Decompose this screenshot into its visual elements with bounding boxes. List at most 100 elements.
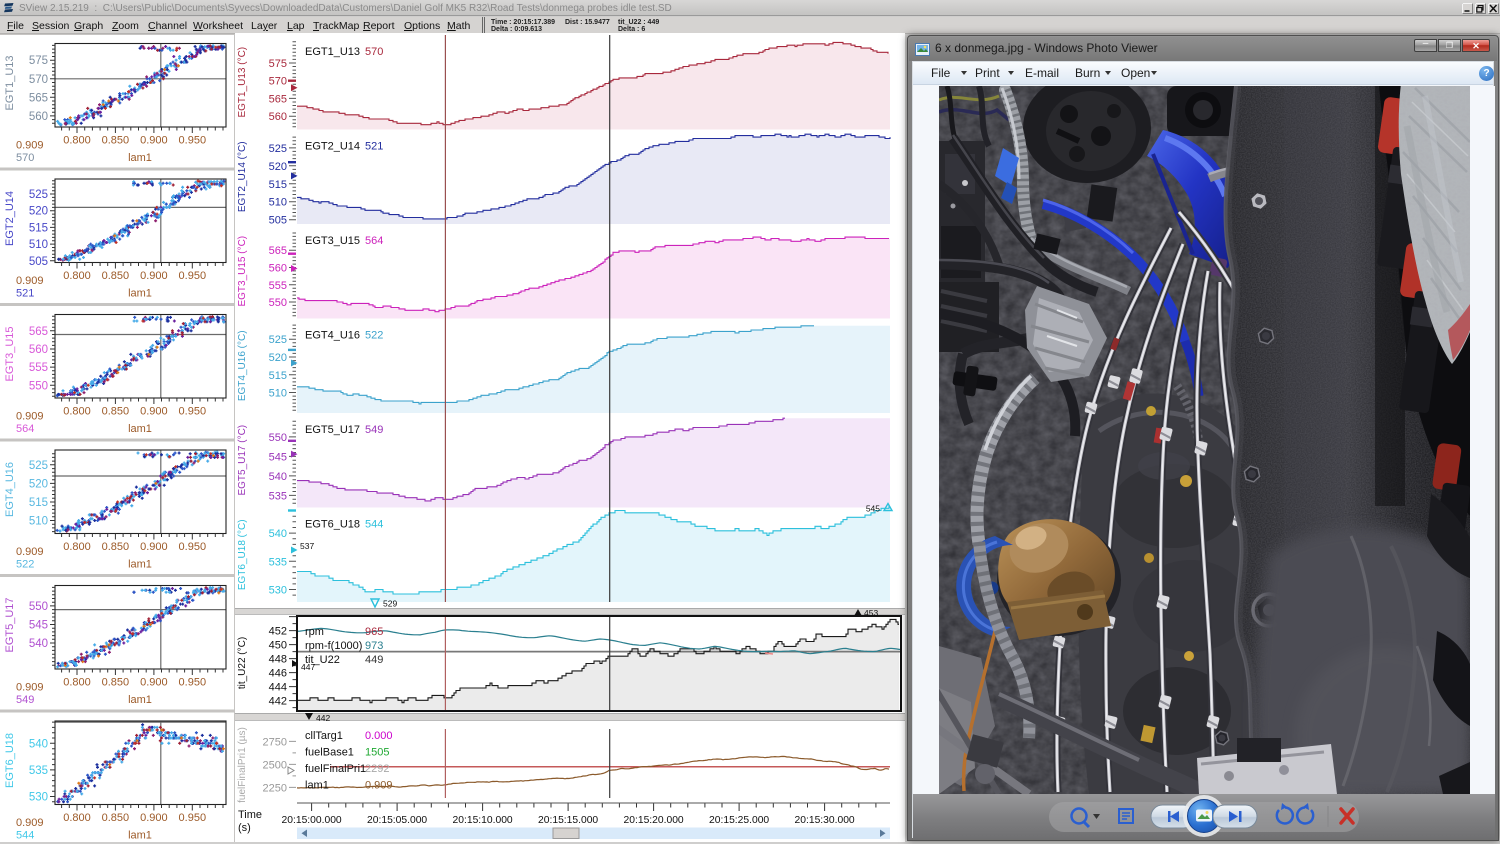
svg-text:550: 550 (269, 297, 287, 309)
svg-text:0.950: 0.950 (179, 812, 207, 824)
svg-text:540: 540 (29, 638, 48, 650)
svg-text:549: 549 (16, 694, 34, 706)
svg-text:965: 965 (365, 626, 383, 638)
svg-text:544: 544 (365, 519, 383, 531)
svg-text:560: 560 (269, 263, 287, 275)
svg-text:20:15:10.000: 20:15:10.000 (453, 815, 513, 826)
svg-text:549: 549 (365, 424, 383, 436)
svg-text:0.800: 0.800 (63, 812, 91, 824)
svg-text:0.850: 0.850 (102, 812, 130, 824)
svg-text:560: 560 (29, 344, 48, 356)
svg-text:EGT2_U14 (°C): EGT2_U14 (°C) (237, 141, 248, 212)
svg-text:EGT5_U17 (°C): EGT5_U17 (°C) (237, 425, 248, 496)
svg-text:452: 452 (269, 626, 287, 638)
svg-text:0.850: 0.850 (102, 135, 130, 147)
svg-text:EGT3_U15 (°C): EGT3_U15 (°C) (237, 236, 248, 307)
svg-text:0.909: 0.909 (16, 546, 44, 558)
svg-text:565: 565 (269, 245, 287, 257)
svg-text:0.800: 0.800 (63, 406, 91, 418)
svg-text:0.950: 0.950 (179, 677, 207, 689)
svg-text:446: 446 (269, 668, 287, 680)
svg-text:515: 515 (269, 179, 287, 191)
svg-text:530: 530 (269, 585, 287, 597)
svg-text:(s): (s) (238, 822, 251, 834)
svg-text:550: 550 (29, 380, 48, 392)
svg-text:0.900: 0.900 (140, 677, 168, 689)
svg-text:505: 505 (29, 256, 48, 268)
svg-text:0.909: 0.909 (16, 411, 44, 423)
svg-text:0.950: 0.950 (179, 406, 207, 418)
svg-text:522: 522 (16, 559, 34, 571)
svg-text:20:15:05.000: 20:15:05.000 (367, 815, 427, 826)
svg-text:EGT6_U18: EGT6_U18 (305, 519, 360, 531)
svg-text:521: 521 (16, 288, 34, 300)
svg-text:444: 444 (269, 682, 287, 694)
svg-text:0.900: 0.900 (140, 406, 168, 418)
svg-text:570: 570 (365, 46, 383, 58)
svg-text:EGT6_U18 (°C): EGT6_U18 (°C) (237, 519, 248, 590)
svg-text:522: 522 (365, 330, 383, 342)
svg-text:550: 550 (269, 432, 287, 444)
svg-text:tit_U22 (°C): tit_U22 (°C) (237, 637, 248, 689)
svg-text:447: 447 (301, 662, 315, 672)
svg-text:EGT5_U17: EGT5_U17 (305, 424, 360, 436)
svg-text:lam1: lam1 (128, 423, 152, 435)
svg-text:525: 525 (29, 460, 48, 472)
svg-text:540: 540 (29, 738, 48, 750)
svg-text:0.850: 0.850 (102, 541, 130, 553)
svg-text:lam1: lam1 (305, 780, 329, 792)
svg-text:535: 535 (29, 765, 48, 777)
svg-text:0.900: 0.900 (140, 812, 168, 824)
svg-text:520: 520 (269, 161, 287, 173)
svg-text:lam1: lam1 (128, 559, 152, 571)
svg-text:510: 510 (269, 197, 287, 209)
svg-text:520: 520 (29, 478, 48, 490)
svg-text:575: 575 (269, 58, 287, 70)
svg-text:0.900: 0.900 (140, 270, 168, 282)
svg-text:Time: Time (238, 809, 262, 821)
svg-text:525: 525 (29, 189, 48, 201)
svg-text:0.950: 0.950 (179, 541, 207, 553)
svg-text:570: 570 (16, 152, 34, 164)
svg-text:521: 521 (365, 141, 383, 153)
svg-text:0.900: 0.900 (140, 541, 168, 553)
svg-text:2292: 2292 (365, 763, 389, 775)
svg-text:545: 545 (866, 504, 880, 514)
svg-text:0.950: 0.950 (179, 135, 207, 147)
svg-text:525: 525 (269, 334, 287, 346)
svg-text:530: 530 (29, 792, 48, 804)
svg-text:529: 529 (383, 599, 397, 609)
svg-text:0.900: 0.900 (140, 135, 168, 147)
svg-text:fuelFinalPri1 (µs): fuelFinalPri1 (µs) (237, 727, 248, 803)
svg-text:545: 545 (29, 620, 48, 632)
svg-text:2750: 2750 (263, 736, 287, 748)
svg-text:20:15:30.000: 20:15:30.000 (795, 815, 855, 826)
svg-text:570: 570 (29, 74, 48, 86)
svg-text:1505: 1505 (365, 747, 389, 759)
svg-text:0.909: 0.909 (16, 275, 44, 287)
svg-text:EGT2_U14: EGT2_U14 (4, 191, 16, 246)
svg-text:555: 555 (269, 280, 287, 292)
svg-text:lam1: lam1 (128, 694, 152, 706)
svg-text:20:15:15.000: 20:15:15.000 (538, 815, 598, 826)
svg-text:0.950: 0.950 (179, 270, 207, 282)
svg-text:535: 535 (269, 556, 287, 568)
svg-text:EGT6_U18: EGT6_U18 (4, 733, 16, 788)
svg-text:449: 449 (365, 654, 383, 666)
svg-text:442: 442 (269, 696, 287, 708)
svg-text:450: 450 (269, 640, 287, 652)
svg-text:544: 544 (16, 830, 34, 842)
svg-text:lam1: lam1 (128, 830, 152, 842)
svg-text:564: 564 (365, 235, 383, 247)
svg-text:505: 505 (269, 215, 287, 227)
svg-text:535: 535 (269, 490, 287, 502)
svg-text:0.800: 0.800 (63, 270, 91, 282)
svg-text:EGT4_U16 (°C): EGT4_U16 (°C) (237, 330, 248, 401)
svg-text:564: 564 (16, 423, 34, 435)
svg-text:575: 575 (29, 55, 48, 67)
svg-text:EGT2_U14: EGT2_U14 (305, 141, 360, 153)
svg-text:0.850: 0.850 (102, 406, 130, 418)
svg-text:EGT3_U15: EGT3_U15 (4, 326, 16, 381)
svg-text:0.850: 0.850 (102, 270, 130, 282)
svg-text:515: 515 (29, 222, 48, 234)
